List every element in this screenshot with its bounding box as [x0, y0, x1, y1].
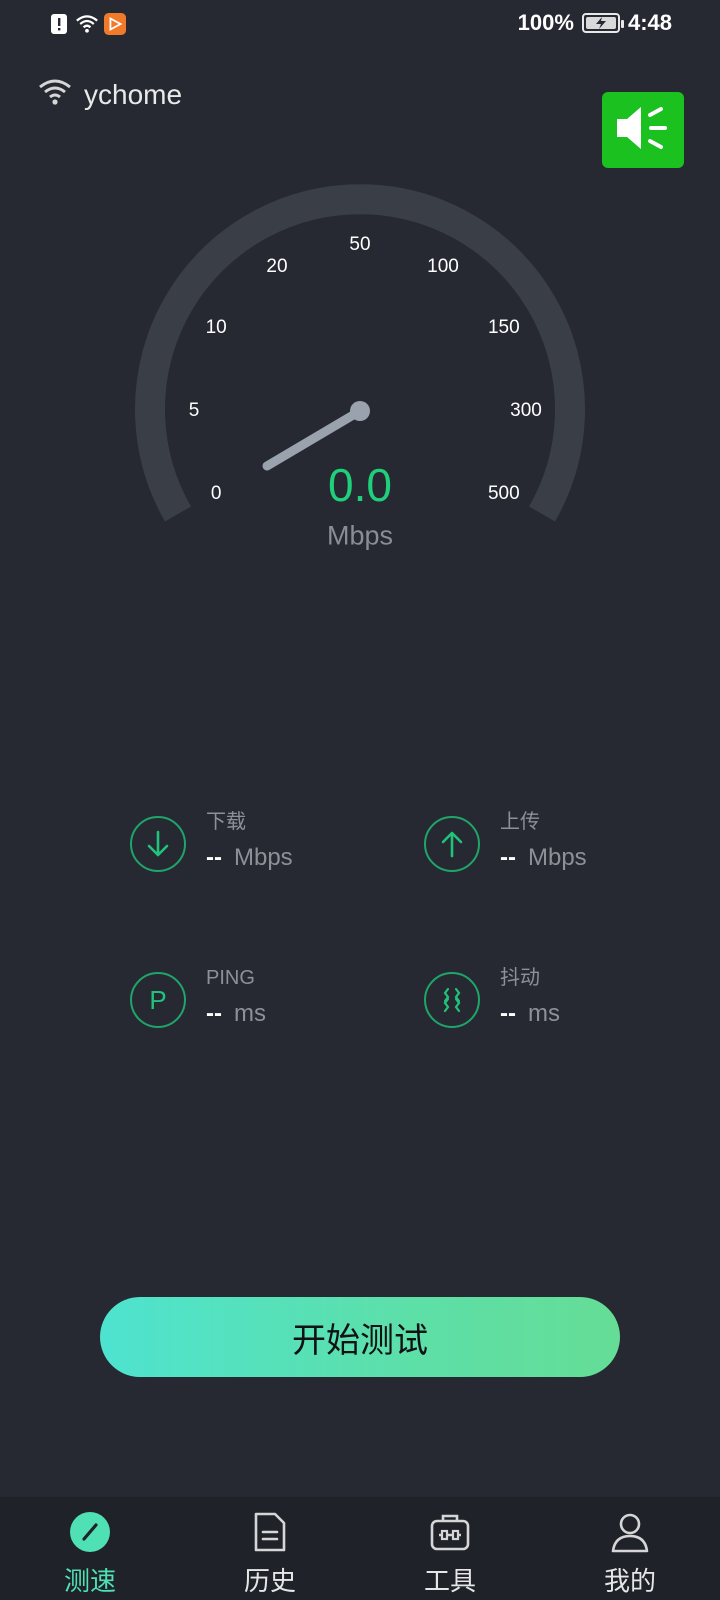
current-speed-unit: Mbps	[326, 520, 394, 551]
nav-item-tools[interactable]: 工具	[360, 1497, 540, 1600]
ping-label: PING	[206, 967, 255, 989]
current-speed-value: 0.0	[328, 459, 392, 511]
gauge-tick-label: 10	[205, 317, 227, 338]
gauge-needle-hub	[350, 401, 370, 421]
download-arrow-icon	[130, 816, 186, 872]
download-unit: Mbps	[233, 844, 293, 871]
document-icon	[247, 1509, 293, 1555]
download-value: --	[206, 844, 222, 871]
jitter-unit: ms	[527, 1000, 560, 1027]
speedometer-icon	[67, 1509, 113, 1555]
download-label: 下载	[206, 811, 246, 833]
gauge-tick-label: 150	[487, 317, 520, 338]
ping-metric: P PING -- ms	[130, 967, 266, 1028]
bottom-navigation: 测速 历史 工具 我的	[0, 1497, 720, 1600]
nav-item-speed-test[interactable]: 测速	[0, 1497, 180, 1600]
toolbox-icon	[427, 1509, 473, 1555]
gauge-tick-label: 500	[487, 483, 520, 504]
jitter-metric: 抖动 -- ms	[424, 967, 560, 1028]
nav-label: 历史	[243, 1566, 296, 1596]
start-test-button[interactable]: 开始测试	[100, 1297, 620, 1377]
upload-value: --	[500, 844, 516, 871]
ping-icon: P	[130, 972, 186, 1028]
gauge-tick-label: 0	[210, 483, 222, 504]
ping-value: --	[206, 1000, 222, 1027]
nav-label: 我的	[603, 1566, 656, 1596]
ping-unit: ms	[233, 1000, 266, 1027]
nav-item-history[interactable]: 历史	[180, 1497, 360, 1600]
nav-label: 测速	[63, 1566, 116, 1596]
jitter-label: 抖动	[500, 967, 540, 989]
upload-unit: Mbps	[527, 844, 587, 871]
speed-gauge: 0 5 10 20 50 100 150 300 500 0.0 Mbps	[0, 0, 720, 600]
gauge-tick-label: 300	[510, 400, 542, 421]
nav-item-profile[interactable]: 我的	[540, 1497, 720, 1600]
gauge-tick-label: 5	[188, 400, 200, 421]
gauge-tick-label: 100	[427, 256, 459, 278]
download-metric: 下载 -- Mbps	[130, 811, 293, 872]
nav-label: 工具	[423, 1566, 476, 1596]
jitter-icon	[424, 972, 480, 1028]
person-icon	[607, 1509, 653, 1555]
gauge-tick-label: 20	[266, 256, 288, 278]
upload-label: 上传	[500, 811, 540, 833]
speed-test-screen: 100% 4:48 ychome 0 5 10 20 50 100 150 30…	[0, 0, 720, 1600]
upload-metric: 上传 -- Mbps	[424, 811, 587, 872]
gauge-tick-label: 50	[349, 234, 371, 255]
jitter-value: --	[500, 1000, 516, 1027]
upload-arrow-icon	[424, 816, 480, 872]
